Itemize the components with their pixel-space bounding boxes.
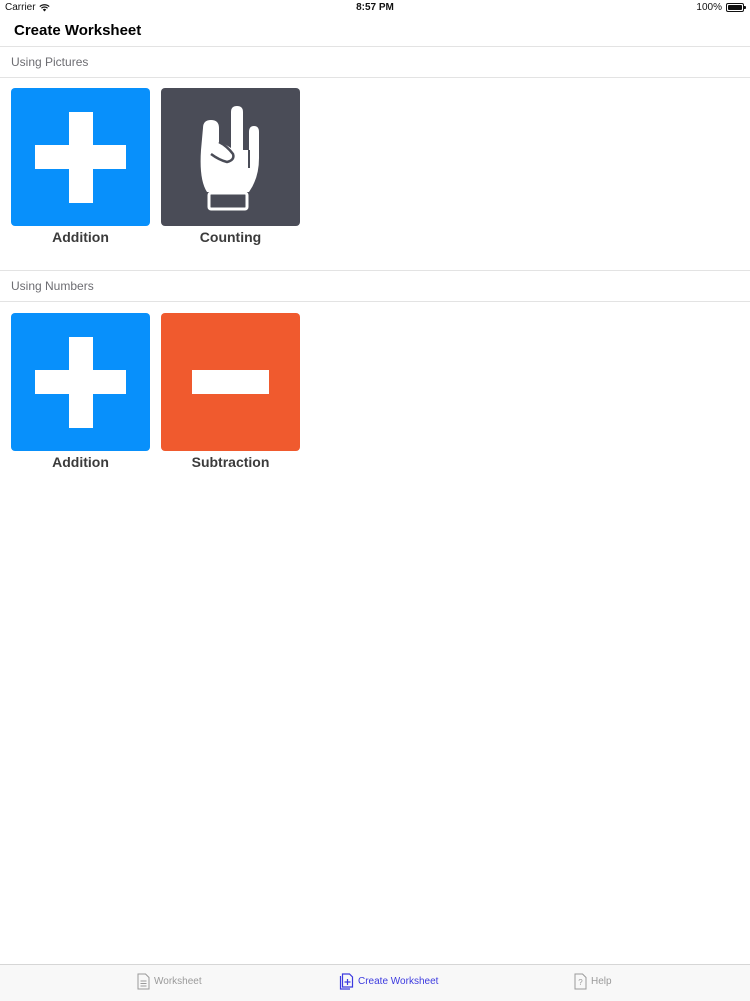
section-header-using-numbers: Using Numbers: [0, 271, 750, 302]
tab-label: Worksheet: [154, 976, 202, 987]
tile-label: Addition: [52, 229, 109, 245]
tile-pictures-addition[interactable]: Addition: [11, 88, 151, 245]
tile-pictures-counting[interactable]: Counting: [161, 88, 301, 245]
svg-text:?: ?: [578, 978, 583, 987]
navigation-bar: Create Worksheet: [0, 16, 750, 47]
minus-icon[interactable]: [161, 313, 300, 451]
help-icon: ?: [574, 973, 587, 990]
status-battery: 100%: [696, 2, 746, 13]
tab-label: Create Worksheet: [358, 976, 439, 987]
tab-label: Help: [591, 976, 612, 987]
plus-icon[interactable]: [11, 88, 150, 226]
tab-worksheet[interactable]: Worksheet: [137, 973, 202, 990]
add-document-icon: [339, 973, 354, 990]
tab-help[interactable]: ? Help: [574, 973, 612, 990]
battery-icon: [726, 3, 746, 12]
section-title: Using Pictures: [11, 55, 89, 69]
document-icon: [137, 973, 150, 990]
battery-percent: 100%: [696, 2, 722, 13]
tab-bar: Worksheet Create Worksheet ? Help: [0, 964, 750, 1001]
section-title: Using Numbers: [11, 279, 94, 293]
status-time: 8:57 PM: [356, 2, 394, 13]
hand-icon[interactable]: [161, 88, 300, 226]
plus-icon[interactable]: [11, 313, 150, 451]
tab-create-worksheet[interactable]: Create Worksheet: [339, 973, 438, 990]
tile-label: Subtraction: [191, 454, 270, 470]
tile-numbers-addition[interactable]: Addition: [11, 313, 151, 470]
section-header-using-pictures: Using Pictures: [0, 47, 750, 78]
tile-label: Addition: [52, 454, 109, 470]
tile-label: Counting: [199, 229, 262, 245]
status-bar: Carrier 8:57 PM 100%: [0, 0, 750, 16]
tile-numbers-subtraction[interactable]: Subtraction: [161, 313, 301, 470]
page-title: Create Worksheet: [14, 22, 142, 39]
